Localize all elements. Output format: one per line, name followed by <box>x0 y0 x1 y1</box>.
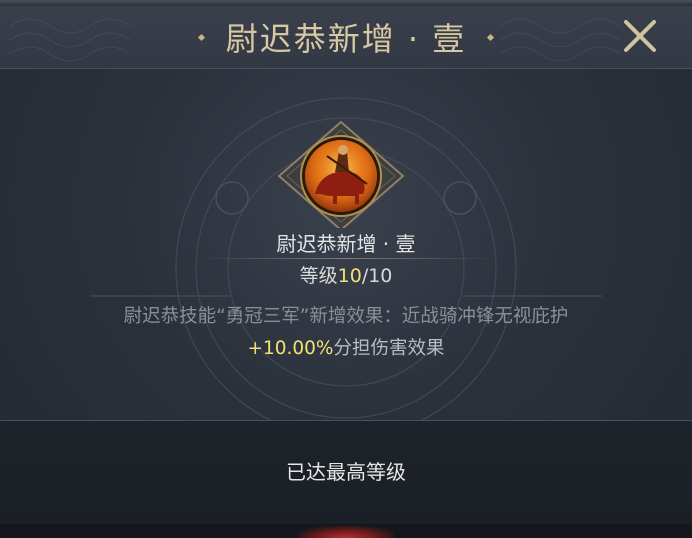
title-dot-left <box>197 33 205 41</box>
skill-name: 尉迟恭新增 · 壹 <box>276 232 416 256</box>
close-button[interactable] <box>618 14 662 58</box>
level-prefix: 等级 <box>299 265 338 287</box>
dialog-title: 尉迟恭新增 · 壹 <box>225 20 467 58</box>
skill-description-line2: +10.00%分担伤害效果 <box>0 334 692 360</box>
title-dot-right <box>487 33 495 41</box>
skill-name-divider <box>196 258 496 259</box>
upgrade-dialog: 尉迟恭新增 · 壹 尉迟恭新增 · 壹 等级10/10 尉迟恭技能“勇冠三军”新… <box>0 0 692 538</box>
level-current: 10 <box>337 265 362 287</box>
dialog-title-row: 尉迟恭新增 · 壹 <box>0 6 692 68</box>
skill-level: 等级10/10 <box>0 261 692 288</box>
bottom-red-glow <box>298 526 394 538</box>
max-level-status: 已达最高等级 <box>286 460 406 484</box>
skill-emblem <box>277 120 405 228</box>
close-x-icon <box>624 20 656 52</box>
level-max: /10 <box>361 265 393 287</box>
effect-suffix: 分担伤害效果 <box>333 338 445 359</box>
skill-description-line1: 尉迟恭技能“勇冠三军”新增效果：近战骑冲锋无视庇护 <box>123 306 569 327</box>
effect-value: +10.00% <box>247 338 334 359</box>
